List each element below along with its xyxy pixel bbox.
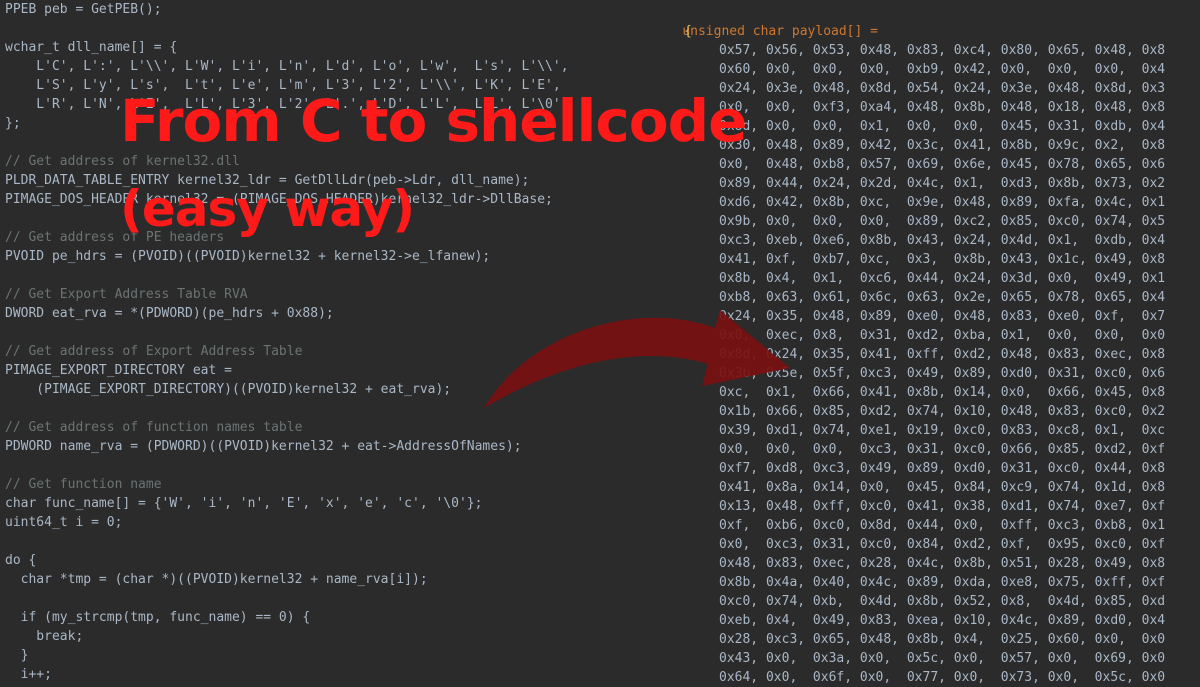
payload-row: 0x48, 0x83, 0xec, 0x28, 0x4c, 0x8b, 0x51… <box>719 556 1166 571</box>
payload-row: 0x30, 0x48, 0x89, 0x42, 0x3c, 0x41, 0x8b… <box>719 138 1166 153</box>
payload-row: 0x0, 0xc3, 0x31, 0xc0, 0x84, 0xd2, 0xf, … <box>719 537 1166 552</box>
code-comment-line: // Get Export Address Table RVA <box>5 287 248 302</box>
payload-row: 0x28, 0xc3, 0x65, 0x48, 0x8b, 0x4, 0x25,… <box>719 632 1166 647</box>
payload-row: 0x8b, 0x4, 0x1, 0xc6, 0x44, 0x24, 0x3d, … <box>719 271 1166 286</box>
code-line: char func_name[] = {'W', 'i', 'n', 'E', … <box>5 496 483 511</box>
payload-row: 0x8b, 0x4a, 0x40, 0x4c, 0x89, 0xda, 0xe8… <box>719 575 1166 590</box>
payload-row: 0xeb, 0x4, 0x49, 0x83, 0xea, 0x10, 0x4c,… <box>719 613 1166 628</box>
payload-row: 0xf7, 0xd8, 0xc3, 0x49, 0x89, 0xd0, 0x31… <box>719 461 1166 476</box>
code-line: wchar_t dll_name[] = { <box>5 40 178 55</box>
payload-row: 0x60, 0x0, 0x0, 0x0, 0xb9, 0x42, 0x0, 0x… <box>719 62 1166 77</box>
payload-row: 0x57, 0x56, 0x53, 0x48, 0x83, 0xc4, 0x80… <box>719 43 1166 58</box>
code-line: L'C', L':', L'\\', L'W', L'i', L'n', L'd… <box>5 59 569 74</box>
payload-row: 0x41, 0x8a, 0x14, 0x0, 0x45, 0x84, 0xc9,… <box>719 480 1166 495</box>
payload-row: 0x0, 0x0, 0xf3, 0xa4, 0x48, 0x8b, 0x48, … <box>719 100 1166 115</box>
code-line: } <box>5 648 29 663</box>
code-line: PIMAGE_EXPORT_DIRECTORY eat = <box>5 363 232 378</box>
payload-row: 0x89, 0x44, 0x24, 0x2d, 0x4c, 0x1, 0xd3,… <box>719 176 1166 191</box>
payload-row: 0x41, 0xf, 0xb7, 0xc, 0x3, 0x8b, 0x43, 0… <box>719 252 1166 267</box>
payload-row: 0x0, 0x0, 0x0, 0xc3, 0x31, 0xc0, 0x66, 0… <box>719 442 1166 457</box>
payload-row: 0x9b, 0x0, 0x0, 0x0, 0x89, 0xc2, 0x85, 0… <box>719 214 1166 229</box>
payload-open-brace: { <box>684 24 692 39</box>
code-line: uint64_t i = 0; <box>5 515 123 530</box>
payload-row: 0x43, 0x0, 0x3a, 0x0, 0x5c, 0x0, 0x57, 0… <box>719 651 1166 666</box>
code-comment-line: // Get address of Export Address Table <box>5 344 303 359</box>
code-line: }; <box>5 116 21 131</box>
payload-row: 0xc3, 0xeb, 0xe6, 0x8b, 0x43, 0x24, 0x4d… <box>719 233 1166 248</box>
code-line: DWORD eat_rva = *(PDWORD)(pe_hdrs + 0x88… <box>5 306 334 321</box>
payload-row: 0x64, 0x0, 0x6f, 0x0, 0x77, 0x0, 0x73, 0… <box>719 670 1166 685</box>
code-line: do { <box>5 553 37 568</box>
payload-row: 0x39, 0xd1, 0x74, 0xe1, 0x19, 0xc0, 0x83… <box>719 423 1166 438</box>
code-line: PVOID pe_hdrs = (PVOID)((PVOID)kernel32 … <box>5 249 491 264</box>
payload-row: 0xc0, 0x74, 0xb, 0x4d, 0x8b, 0x52, 0x8, … <box>719 594 1166 609</box>
overlay-subtitle: (easy way) <box>120 180 415 238</box>
payload-row: 0xd6, 0x42, 0x8b, 0xc, 0x9e, 0x48, 0x89,… <box>719 195 1166 210</box>
code-line: char *tmp = (char *)((PVOID)kernel32 + n… <box>5 572 428 587</box>
code-line: break; <box>5 629 84 644</box>
payload-row: 0x13, 0x48, 0xff, 0xc0, 0x41, 0x38, 0xd1… <box>719 499 1166 514</box>
payload-header: unsigned char payload[] = <box>682 24 878 39</box>
code-line: (PIMAGE_EXPORT_DIRECTORY)((PVOID)kernel3… <box>5 382 452 397</box>
payload-declaration: unsigned char payload[] = <box>651 3 878 39</box>
code-comment-line: // Get function name <box>5 477 162 492</box>
overlay-title: From C to shellcode <box>120 87 748 155</box>
code-comment-line: // Get address of function names table <box>5 420 303 435</box>
code-line: PPEB peb = GetPEB(); <box>5 2 162 17</box>
payload-row: 0xf, 0xb6, 0xc0, 0x8d, 0x44, 0x0, 0xff, … <box>719 518 1166 533</box>
arrow-icon <box>484 310 790 408</box>
payload-row: 0x0, 0x48, 0xb8, 0x57, 0x69, 0x6e, 0x45,… <box>719 157 1166 172</box>
payload-row: 0x8d, 0x0, 0x0, 0x1, 0x0, 0x0, 0x45, 0x3… <box>719 119 1166 134</box>
code-line: PDWORD name_rva = (PDWORD)((PVOID)kernel… <box>5 439 522 454</box>
payload-row: 0x24, 0x3e, 0x48, 0x8d, 0x54, 0x24, 0x3e… <box>719 81 1166 96</box>
code-line: if (my_strcmp(tmp, func_name) == 0) { <box>5 610 311 625</box>
